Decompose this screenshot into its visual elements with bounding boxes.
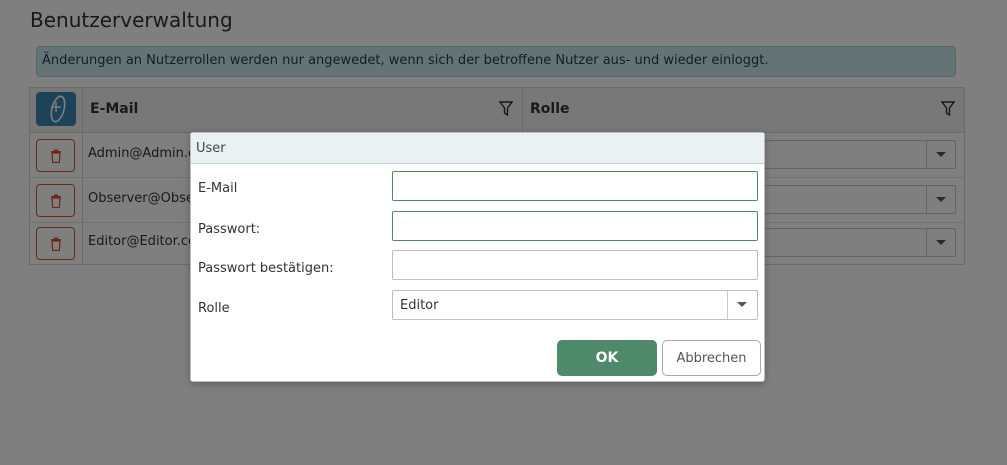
- cancel-button[interactable]: Abbrechen: [662, 340, 761, 376]
- ok-button[interactable]: OK: [557, 340, 657, 376]
- password-field[interactable]: [392, 211, 758, 241]
- role-select[interactable]: Editor: [392, 290, 758, 320]
- email-label: E-Mail: [198, 181, 238, 196]
- dialog-title: User: [191, 133, 764, 164]
- confirm-password-field[interactable]: [392, 250, 758, 280]
- chevron-down-icon[interactable]: [727, 291, 757, 319]
- role-label: Rolle: [198, 301, 230, 316]
- confirm-password-label: Passwort bestätigen:: [198, 261, 334, 276]
- role-select-value: Editor: [400, 298, 439, 313]
- password-label: Passwort:: [198, 222, 261, 237]
- user-dialog: User E-Mail Passwort: Passwort bestätige…: [190, 132, 765, 382]
- email-field[interactable]: [392, 171, 758, 201]
